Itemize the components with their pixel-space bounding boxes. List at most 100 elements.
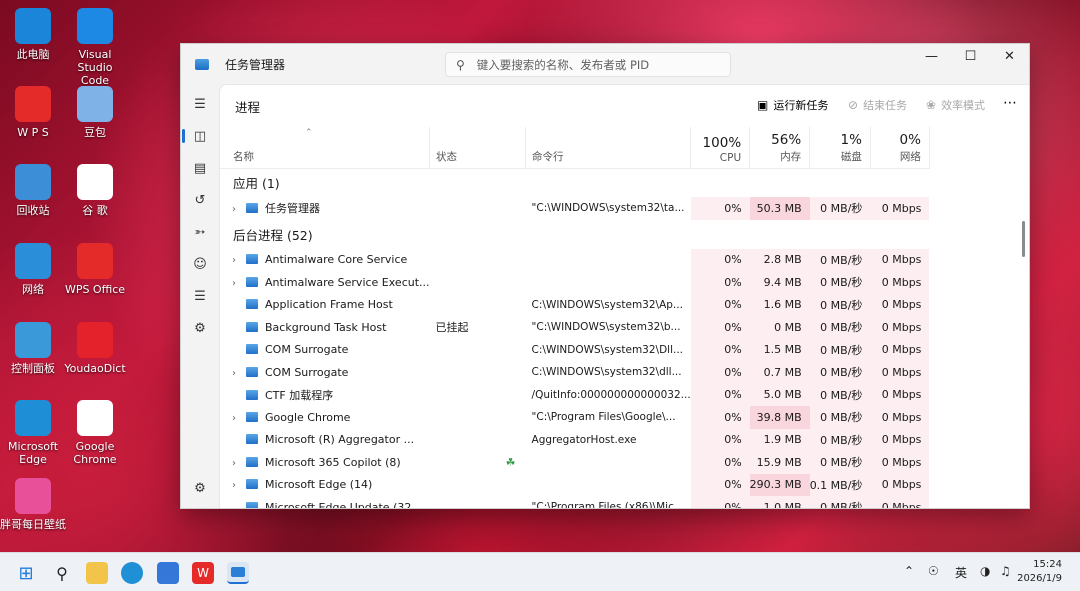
process-net: 0 Mbps bbox=[870, 451, 930, 474]
search-icon: ⚲ bbox=[456, 57, 465, 72]
close-button[interactable]: ✕ bbox=[990, 45, 1029, 67]
desktop-icon[interactable]: 此电脑 bbox=[0, 8, 66, 61]
taskbar-wps-icon[interactable]: W bbox=[192, 562, 214, 584]
search-box[interactable]: ⚲ 键入要搜索的名称、发布者或 PID bbox=[445, 52, 731, 77]
process-cpu: 0% bbox=[690, 197, 750, 220]
microsoft-store-icon[interactable] bbox=[157, 562, 179, 584]
maximize-button[interactable]: ☐ bbox=[951, 45, 990, 67]
more-options-icon[interactable]: ⋯ bbox=[1003, 95, 1017, 111]
expand-chevron-icon[interactable]: › bbox=[232, 368, 246, 379]
process-status bbox=[430, 249, 526, 272]
desktop-icon[interactable]: Microsoft Edge bbox=[0, 400, 66, 466]
wifi-icon[interactable]: ◑ bbox=[980, 564, 990, 578]
tray-security-icon[interactable]: ☉ bbox=[928, 564, 939, 578]
efficiency-mode-button[interactable]: ❀ 效率模式 bbox=[926, 97, 985, 113]
process-command-line: "C:\Program Files\Google\... bbox=[531, 411, 676, 424]
expand-chevron-icon[interactable]: › bbox=[232, 480, 246, 491]
desktop-icon[interactable]: 控制面板 bbox=[0, 322, 66, 375]
process-icon bbox=[246, 299, 258, 310]
desktop-icon[interactable]: 胖哥每日壁纸 bbox=[0, 478, 66, 531]
nav-details-icon[interactable]: ☰ bbox=[181, 280, 219, 312]
settings-gear-icon[interactable]: ⚙ bbox=[181, 472, 219, 504]
process-disk: 0 MB/秒 bbox=[809, 248, 871, 271]
column-name[interactable]: ⌃ 名称 bbox=[220, 127, 431, 169]
process-row[interactable]: › 任务管理器 "C:\WINDOWS\system32\ta... 0% 50.3 M… bbox=[220, 197, 930, 220]
taskbar-edge-icon[interactable] bbox=[121, 562, 143, 584]
process-name: Microsoft Edge Update (32... bbox=[265, 500, 422, 509]
process-row[interactable]: Microsoft Edge Update (32... "C:\Program … bbox=[220, 496, 930, 509]
page-title: 进程 bbox=[235, 99, 261, 115]
process-command-line: C:\WINDOWS\system32\dll... bbox=[531, 366, 682, 379]
process-icon bbox=[246, 479, 258, 490]
end-task-button[interactable]: ⊘ 结束任务 bbox=[848, 97, 907, 113]
volume-icon[interactable]: ♫ bbox=[1000, 564, 1011, 578]
process-row[interactable]: Application Frame Host C:\WINDOWS\system3… bbox=[220, 293, 930, 316]
expand-chevron-icon[interactable]: › bbox=[232, 204, 246, 215]
minimize-button[interactable]: — bbox=[912, 45, 951, 67]
process-icon bbox=[246, 254, 258, 265]
process-row[interactable]: › Microsoft 365 Copilot (8) ☘ 0% 15.9 MB 0 MB… bbox=[220, 451, 930, 474]
desktop-icon[interactable]: WPS Office bbox=[62, 243, 128, 296]
desktop-icon-label: WPS Office bbox=[64, 283, 126, 296]
process-name: Antimalware Service Execut... bbox=[265, 275, 430, 289]
process-row[interactable]: › Antimalware Service Execut... 0% 9.4 MB 0 … bbox=[220, 271, 930, 294]
column-status[interactable]: 状态 bbox=[429, 127, 527, 169]
process-row[interactable]: › Microsoft Edge (14) 0% 290.3 MB 0.1 MB/秒 0 … bbox=[220, 473, 930, 496]
nav-processes-icon[interactable]: ◫ bbox=[181, 120, 219, 152]
process-status bbox=[430, 496, 526, 508]
title-bar[interactable]: 任务管理器 ⚲ 键入要搜索的名称、发布者或 PID — ☐ ✕ bbox=[181, 44, 1029, 84]
process-name: Antimalware Core Service bbox=[265, 253, 408, 267]
expand-chevron-icon[interactable]: › bbox=[232, 255, 246, 266]
process-row[interactable]: › Google Chrome "C:\Program Files\Google\.… bbox=[220, 406, 930, 429]
run-new-task-button[interactable]: ▣ 运行新任务 bbox=[757, 97, 828, 113]
nav-startup-apps-icon[interactable]: ➳ bbox=[181, 216, 219, 248]
hamburger-menu-icon[interactable]: ☰ bbox=[181, 88, 219, 120]
taskbar-task-manager-icon[interactable] bbox=[227, 562, 249, 584]
desktop-icon[interactable]: 回收站 bbox=[0, 164, 66, 217]
process-net: 0 Mbps bbox=[870, 406, 930, 429]
column-cpu[interactable]: 100% CPU bbox=[690, 127, 751, 169]
process-name: Application Frame Host bbox=[265, 298, 393, 312]
ime-indicator[interactable]: 英 bbox=[955, 564, 967, 581]
vertical-scrollbar[interactable] bbox=[1022, 221, 1025, 257]
process-row[interactable]: Microsoft (R) Aggregator ... AggregatorHo… bbox=[220, 428, 930, 451]
process-icon bbox=[246, 203, 258, 214]
nav-users-icon[interactable]: ☺ bbox=[181, 248, 219, 280]
desktop-icon[interactable]: 谷 歌 bbox=[62, 164, 128, 217]
process-row[interactable]: COM Surrogate C:\WINDOWS\system32\Dll... 0… bbox=[220, 338, 930, 361]
tray-overflow-chevron-icon[interactable]: ⌃ bbox=[904, 564, 914, 578]
process-command-line: C:\WINDOWS\system32\Dll... bbox=[531, 343, 683, 356]
process-row[interactable]: Background Task Host 已挂起 "C:\WINDOWS\syste… bbox=[220, 316, 930, 339]
taskbar-search-icon[interactable]: ⚲ bbox=[51, 562, 73, 584]
file-explorer-icon[interactable] bbox=[86, 562, 108, 584]
nav-services-icon[interactable]: ⚙ bbox=[181, 312, 219, 344]
nav-performance-icon[interactable]: ▤ bbox=[181, 152, 219, 184]
search-input[interactable]: 键入要搜索的名称、发布者或 PID bbox=[477, 57, 649, 73]
process-row[interactable]: CTF 加载程序/QuitInfo:000000000000032... 0% 5.… bbox=[220, 383, 930, 406]
desktop-icon[interactable]: YoudaoDict bbox=[62, 322, 128, 375]
start-windows-icon[interactable]: ⊞ bbox=[15, 562, 37, 584]
task-manager-app-icon bbox=[195, 58, 209, 70]
column-disk[interactable]: 1% 磁盘 bbox=[809, 127, 871, 169]
expand-chevron-icon[interactable]: › bbox=[232, 458, 246, 469]
nav-app-history-icon[interactable]: ↺ bbox=[181, 184, 219, 216]
clock[interactable]: 15:24 2026/1/9 bbox=[1017, 558, 1062, 586]
desktop-icon-label: 胖哥每日壁纸 bbox=[0, 518, 66, 531]
process-net: 0 Mbps bbox=[870, 473, 930, 496]
column-command-line[interactable]: 命令行 bbox=[525, 127, 692, 169]
desktop-icon[interactable]: 网络 bbox=[0, 243, 66, 296]
window-title: 任务管理器 bbox=[225, 57, 286, 72]
process-row[interactable]: › Antimalware Core Service 0% 2.8 MB 0 MB/秒 0… bbox=[220, 248, 930, 272]
process-mem: 1.0 MB bbox=[749, 496, 810, 508]
process-name: COM Surrogate bbox=[265, 343, 349, 357]
process-row[interactable]: › COM Surrogate C:\WINDOWS\system32\dll...… bbox=[220, 361, 930, 384]
column-network[interactable]: 0% 网络 bbox=[870, 127, 930, 169]
desktop-icon[interactable]: Google Chrome bbox=[62, 400, 128, 466]
desktop-icon[interactable]: 豆包 bbox=[62, 86, 128, 139]
expand-chevron-icon[interactable]: › bbox=[232, 278, 246, 289]
expand-chevron-icon[interactable]: › bbox=[232, 413, 246, 424]
process-name: CTF 加载程序 bbox=[265, 388, 334, 402]
column-memory[interactable]: 56% 内存 bbox=[749, 127, 811, 169]
desktop-icon[interactable]: Visual Studio Code bbox=[62, 8, 128, 87]
desktop-icon[interactable]: W P S bbox=[0, 86, 66, 139]
